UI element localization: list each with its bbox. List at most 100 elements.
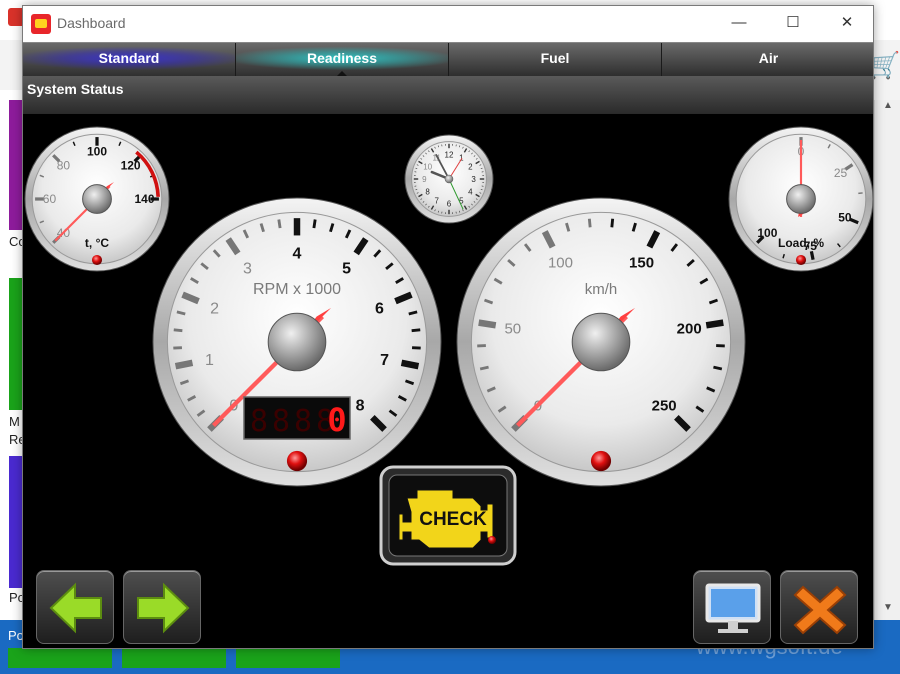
gauge-title: t, °C (85, 236, 109, 250)
rpm-digit-placeholder: 8 (272, 404, 290, 439)
clock-number: 4 (468, 187, 473, 196)
scroll-up-icon[interactable]: ▲ (883, 100, 893, 111)
tab-label: Fuel (540, 50, 570, 66)
gauge-tick (713, 365, 723, 371)
warning-led (91, 254, 103, 266)
tab-readiness[interactable]: Readiness (236, 43, 449, 77)
footer-button-2[interactable] (122, 648, 226, 668)
gauge-hub (82, 184, 112, 214)
gauge-tick (705, 319, 724, 329)
rpm-digit-placeholder: 8 (294, 404, 312, 439)
gauge-title: RPM x 1000 (253, 281, 341, 298)
gauge-tick (312, 219, 317, 229)
rpm-digit-placeholder: 8 (250, 404, 268, 439)
gauge-tick (408, 310, 418, 316)
forward-button[interactable] (123, 570, 201, 644)
gauge-hub (786, 184, 816, 214)
arrow-left-icon (49, 582, 102, 634)
speed-gauge: 050100150200250km/h (456, 197, 746, 487)
clock-number: 10 (423, 163, 432, 172)
gauge-tick-label: 100 (757, 226, 777, 240)
rpm-gauge: 012345678RPM x 100088880 (152, 197, 442, 487)
gauge-tick-label: 120 (121, 159, 141, 173)
gauge-tick-label: 1 (205, 352, 214, 369)
tab-air[interactable]: Air (662, 43, 873, 77)
window-title: Dashboard (57, 15, 126, 31)
tab-label: Air (758, 50, 779, 66)
gauge-tick (479, 365, 489, 371)
tab-label: Readiness (306, 50, 378, 66)
clock-number: 12 (445, 150, 454, 159)
tab-standard[interactable]: Standard (23, 43, 236, 77)
gauge-panel: 406080100120140t, °C 121234567891011 025… (23, 114, 873, 648)
gauge-tick (173, 328, 183, 333)
section-title: System Status (27, 81, 124, 97)
gauge-tick (174, 359, 194, 370)
tab-bar: Standard Readiness Fuel Air (23, 42, 873, 77)
tile-indigo (9, 456, 22, 588)
check-engine-indicator: CHECK (379, 465, 517, 566)
check-engine-label: CHECK (419, 509, 487, 530)
gauge-hub (571, 312, 631, 372)
background-scrollbar[interactable]: ▲ ▼ (874, 100, 900, 620)
tab-label: Standard (98, 50, 160, 66)
clock-number: 3 (471, 175, 476, 184)
gauge-tick-label: 4 (293, 245, 302, 262)
footer-button-1[interactable] (8, 648, 112, 668)
gauge-tick-label: 2 (210, 300, 219, 317)
gauge-tick-label: 200 (677, 320, 702, 337)
rpm-digital-value: 0 (327, 401, 346, 439)
obd-app-icon (31, 14, 51, 34)
gauge-tick-label: 50 (504, 320, 521, 337)
tile-purple (9, 100, 22, 230)
exit-button[interactable] (780, 570, 858, 644)
gauge-tick (610, 218, 615, 228)
gauge-tick-label: 250 (652, 397, 677, 414)
load-gauge: 0255075100Load, % (728, 126, 873, 272)
gauge-hub (267, 312, 327, 372)
tile-green (9, 278, 22, 410)
warning-led (286, 450, 308, 472)
gauge-tick (277, 219, 282, 229)
gauge-tick-label: 100 (87, 145, 107, 159)
gauge-tick (587, 218, 592, 228)
gauge-tick-label: 3 (243, 260, 252, 277)
gauge-tick (400, 359, 420, 370)
warning-led (795, 254, 807, 266)
section-header: System Status (23, 76, 873, 114)
gauge-tick-label: 8 (356, 398, 365, 415)
gauge-tick-label: 140 (135, 192, 155, 206)
arrow-right-icon (137, 582, 190, 634)
monitor-icon (705, 583, 761, 633)
tab-fuel[interactable]: Fuel (449, 43, 662, 77)
minimize-button[interactable]: — (713, 6, 765, 40)
display-button[interactable] (693, 570, 771, 644)
gauge-tick (176, 310, 186, 316)
clock-number: 9 (422, 175, 427, 184)
maximize-button[interactable]: ☐ (767, 6, 819, 40)
gauge-tick-label: 7 (380, 352, 389, 369)
gauge-title: Load, % (778, 236, 824, 250)
clock-number: 2 (468, 163, 473, 172)
clock-number: 6 (447, 200, 452, 209)
gauge-tick (478, 319, 497, 329)
clock-number: 5 (459, 196, 464, 205)
warning-led (590, 450, 612, 472)
scroll-down-icon[interactable]: ▼ (883, 602, 893, 613)
dashboard-window: Dashboard — ☐ ✕ Standard Readiness Fuel … (22, 5, 874, 649)
clock-number: 7 (434, 196, 439, 205)
gauge-tick-label: 6 (375, 300, 384, 317)
back-button[interactable] (36, 570, 114, 644)
footer-button-3[interactable] (236, 648, 340, 668)
clock-hub (444, 174, 454, 184)
background-left-panel: Co M Re Po (0, 90, 26, 620)
temperature-gauge: 406080100120140t, °C (24, 126, 170, 272)
gauges-svg: 406080100120140t, °C 121234567891011 025… (24, 126, 873, 566)
gauge-title: km/h (585, 281, 618, 298)
gauge-tick-label: 100 (548, 255, 573, 272)
gauge-tick-label: 60 (43, 192, 57, 206)
clock-gauge: 12 1234567891011 (404, 134, 494, 224)
close-x-icon (793, 585, 847, 635)
gauge-tick-label: 25 (834, 166, 848, 180)
close-window-button[interactable]: ✕ (821, 6, 873, 40)
